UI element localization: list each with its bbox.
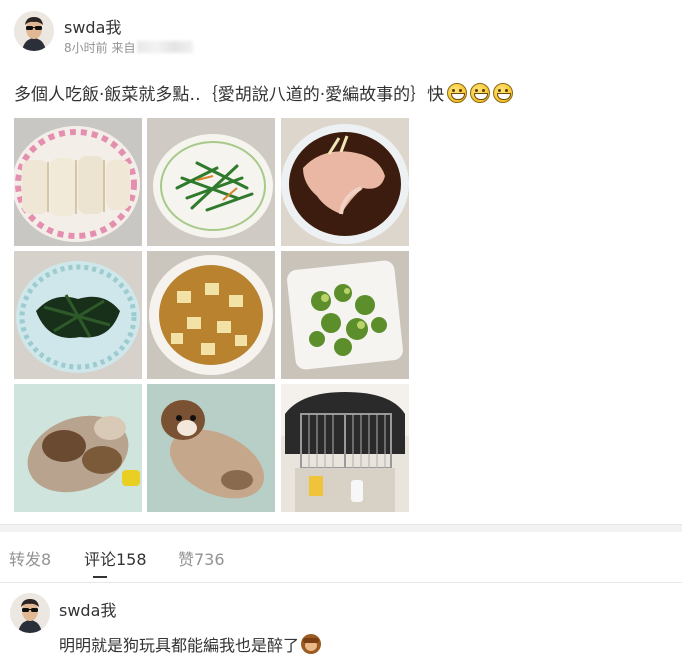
active-tab-indicator — [93, 576, 107, 578]
tab-comment[interactable]: 评论158 — [84, 546, 147, 570]
post-text-body: 多個人吃飯·飯菜就多點‥｛愛胡說八道的·愛編故事的｝快 — [14, 85, 445, 105]
post-time[interactable]: 8小时前 — [64, 41, 108, 55]
grin-emoji-2 — [470, 83, 491, 103]
interaction-tabs: 转发8 评论158 赞736 — [0, 532, 682, 583]
post-text: 多個人吃飯·飯菜就多點‥｛愛胡說八道的·愛編故事的｝快 — [14, 80, 514, 105]
photo-sleeping-puppy[interactable] — [14, 384, 142, 512]
photo-bird-cages[interactable] — [281, 384, 409, 512]
comment-avatar[interactable] — [10, 593, 50, 633]
photo-green-vegetable-stir-fry[interactable] — [147, 118, 275, 246]
post-source-prefix: 来自 — [111, 41, 136, 55]
photo-steamed-salmon[interactable] — [281, 118, 409, 246]
comment-text: 明明就是狗玩具都能編我也是醉了 — [59, 632, 322, 656]
post-source-blurred — [137, 41, 194, 53]
grin-emoji-1 — [447, 83, 468, 103]
photo-grid — [14, 118, 409, 512]
comment-text-body: 明明就是狗玩具都能編我也是醉了 — [59, 636, 300, 655]
photo-brussels-sprouts[interactable] — [281, 251, 409, 379]
grin-emoji-3 — [493, 83, 514, 103]
photo-rice-rolls[interactable] — [14, 118, 142, 246]
post-meta: 8小时前 来自 — [64, 39, 194, 56]
post-username[interactable]: swda我 — [64, 14, 121, 38]
photo-mapo-tofu[interactable] — [147, 251, 275, 379]
avatar[interactable] — [14, 11, 54, 51]
tab-repost[interactable]: 转发8 — [9, 546, 51, 570]
section-divider — [0, 524, 682, 532]
tab-like[interactable]: 赞736 — [178, 546, 225, 570]
see-no-evil-monkey-emoji — [301, 634, 322, 654]
photo-puppy-on-back[interactable] — [147, 384, 275, 512]
photo-dark-greens[interactable] — [14, 251, 142, 379]
comment-username[interactable]: swda我 — [59, 597, 116, 621]
